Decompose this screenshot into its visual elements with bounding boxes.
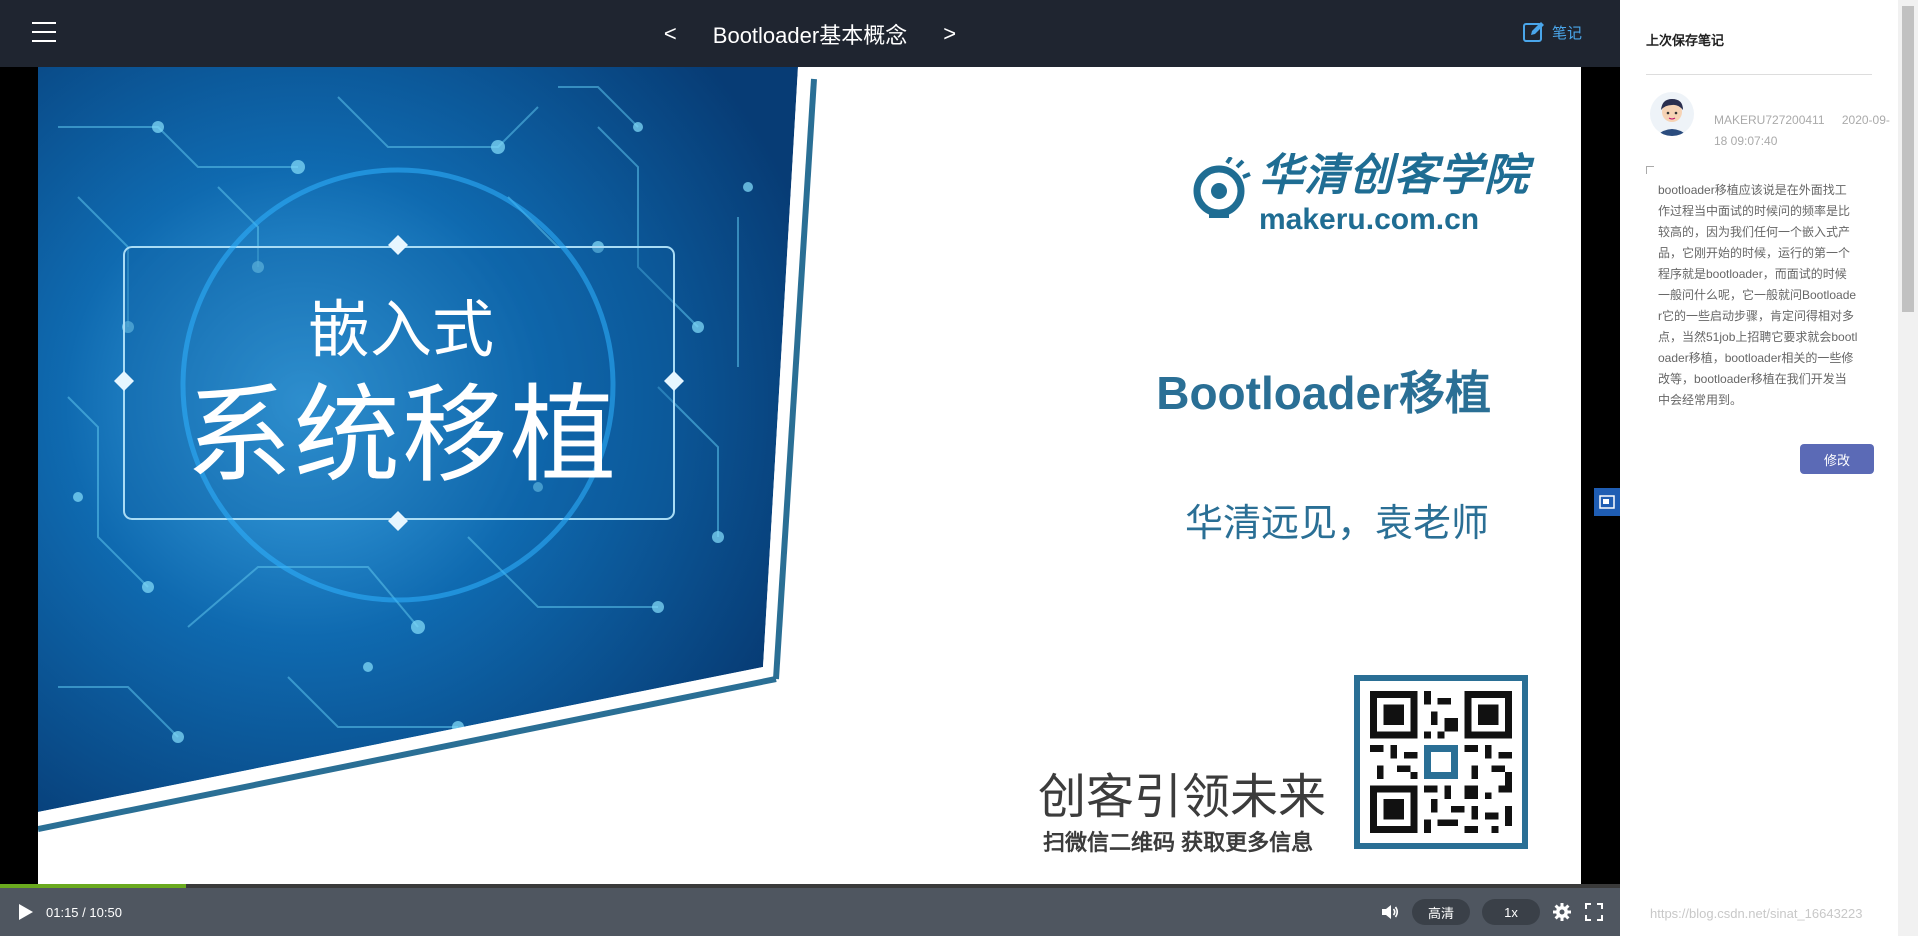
- slogan-subtext: 扫微信二维码 获取更多信息: [1043, 830, 1314, 855]
- prev-video-button[interactable]: <: [664, 21, 677, 47]
- notes-panel: 上次保存笔记 MAKERU727200411 2020-09-18 09:07:…: [1620, 0, 1898, 936]
- notes-panel-title: 上次保存笔记: [1646, 33, 1725, 48]
- picture-in-picture-toggle[interactable]: [1594, 488, 1620, 516]
- duration: 10:50: [89, 904, 122, 920]
- avatar: [1650, 92, 1694, 136]
- right-controls: 高清 1x: [1380, 899, 1620, 925]
- speed-button[interactable]: 1x: [1482, 899, 1540, 925]
- video-title: Bootloader基本概念: [712, 22, 908, 48]
- quality-button[interactable]: 高清: [1412, 899, 1470, 925]
- note-corner-mark: [1646, 166, 1654, 174]
- teacher-name: 华清远见，袁老师: [1184, 503, 1489, 545]
- next-video-button[interactable]: >: [943, 21, 956, 47]
- notes-divider: [1646, 74, 1872, 75]
- bulb-logo-icon: [1193, 157, 1251, 218]
- note-meta: MAKERU727200411 2020-09-18 09:07:40: [1714, 110, 1890, 152]
- note-button-label: 笔记: [1551, 24, 1582, 42]
- volume-icon[interactable]: [1380, 902, 1400, 922]
- time-display: 01:15 / 10:50: [46, 905, 122, 920]
- page-scrollbar[interactable]: [1898, 0, 1918, 936]
- player-topbar: < Bootloader基本概念 > 笔记: [0, 0, 1620, 67]
- note-button[interactable]: 笔记: [1522, 20, 1582, 44]
- watermark-text: https://blog.csdn.net/sinat_16643223: [1650, 906, 1863, 921]
- brand-logo: 华清创客学院 makeru.com.cn: [1189, 139, 1529, 237]
- gear-icon[interactable]: [1552, 902, 1572, 922]
- brand-logo-name: 华清创客学院: [1259, 151, 1529, 200]
- note-content: bootloader移植应该说是在外面找工作过程当中面试的时候问的频率是比较高的…: [1658, 183, 1858, 407]
- title-bar: < Bootloader基本概念 >: [0, 0, 1620, 67]
- video-player: < Bootloader基本概念 > 笔记 嵌入式 系统移植 华清创客学院 ma…: [0, 0, 1620, 936]
- course-name: Bootloader移植: [1156, 367, 1491, 419]
- page-root: < Bootloader基本概念 > 笔记 嵌入式 系统移植 华清创客学院 ma…: [0, 0, 1918, 936]
- picture-in-picture-icon: [1599, 495, 1615, 509]
- current-time: 01:15: [46, 904, 79, 920]
- scrollbar-thumb[interactable]: [1902, 6, 1914, 312]
- play-icon[interactable]: [14, 901, 36, 923]
- note-username: MAKERU727200411: [1714, 113, 1825, 127]
- fullscreen-icon[interactable]: [1584, 902, 1604, 922]
- edit-note-icon: [1522, 22, 1544, 42]
- box-title-line2: 系统移植: [186, 377, 618, 495]
- modify-note-button[interactable]: 修改: [1800, 444, 1874, 474]
- video-frame[interactable]: 嵌入式 系统移植 华清创客学院 makeru.com.cn Bootloader…: [38, 67, 1581, 887]
- qr-code-image: [1354, 675, 1528, 849]
- player-controls: 01:15 / 10:50 高清 1x: [0, 888, 1620, 936]
- slogan: 创客引领未来: [1038, 771, 1327, 824]
- brand-logo-url: makeru.com.cn: [1259, 203, 1480, 236]
